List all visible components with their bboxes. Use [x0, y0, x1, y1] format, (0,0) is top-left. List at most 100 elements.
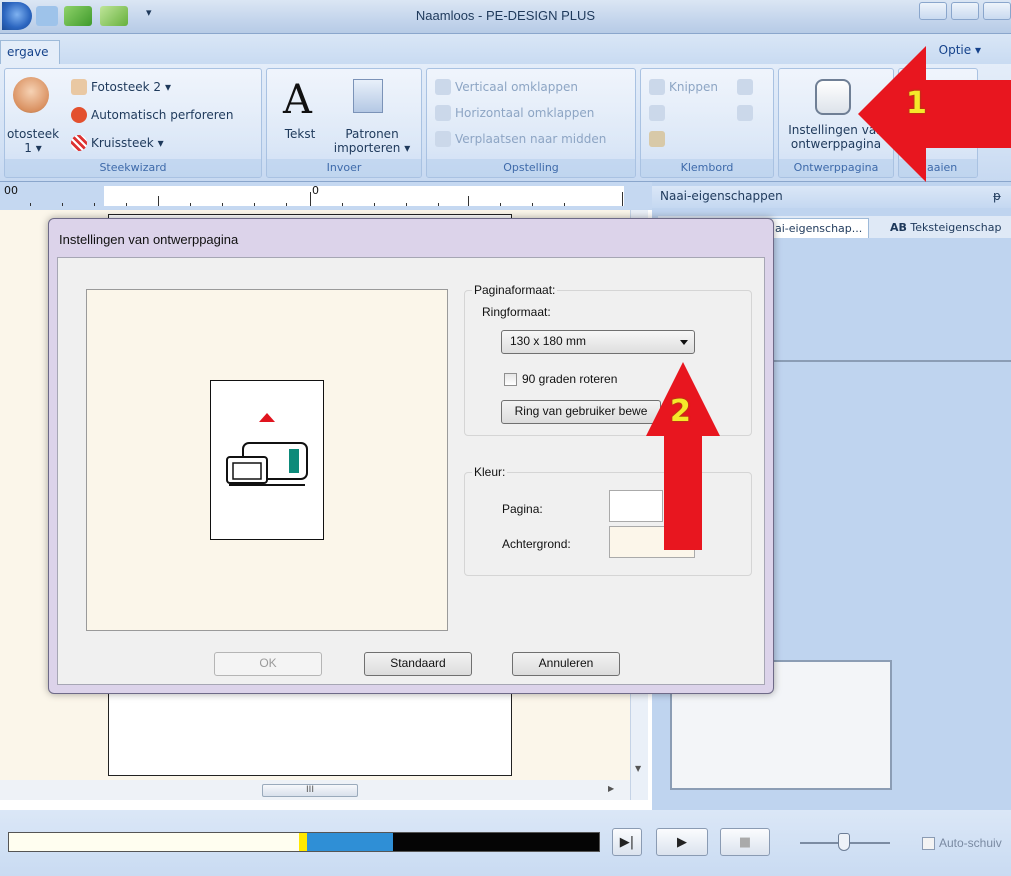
- speed-slider[interactable]: [800, 833, 890, 851]
- auto-punch-button[interactable]: Automatisch perforeren: [71, 107, 233, 123]
- group-label: Invoer: [267, 159, 421, 177]
- tab-text-properties[interactable]: AB Teksteigenschap: [884, 218, 1007, 238]
- auto-scroll-checkbox[interactable]: Auto-schuiv: [922, 836, 1002, 850]
- default-button[interactable]: Standaard: [364, 652, 472, 676]
- group-invoer: A Tekst Patronen importeren ▾ Invoer: [266, 68, 422, 178]
- move-to-center-label: Verplaatsen naar midden: [455, 132, 607, 146]
- text-ab-icon: AB: [890, 221, 907, 234]
- color-legend: Kleur:: [472, 465, 508, 479]
- progress-seg-yellow: [299, 833, 307, 851]
- horizontal-scroll-thumb[interactable]: III: [262, 784, 358, 797]
- flip-vertical-button[interactable]: Verticaal omklappen: [435, 79, 578, 95]
- paste-icon[interactable]: [649, 131, 665, 147]
- minimize-button[interactable]: [919, 2, 947, 20]
- delete-icon[interactable]: [737, 105, 753, 121]
- cross-stitch-label: Kruissteek: [91, 136, 154, 150]
- tab-text-properties-label: Teksteigenschap: [910, 221, 1002, 234]
- flip-horizontal-icon: [435, 105, 451, 121]
- ruler-tick: [254, 203, 255, 206]
- annotation-arrow-1: [858, 46, 1011, 182]
- ruler-tick: [438, 203, 439, 206]
- annotation-arrow-2: [646, 362, 720, 550]
- photo-stitch-label: otosteek: [6, 127, 60, 141]
- ruler-tick: [286, 203, 287, 206]
- maximize-button[interactable]: [951, 2, 979, 20]
- horizontal-ruler: 00 0: [0, 184, 640, 206]
- cross-stitch-icon: [71, 135, 87, 151]
- page-color-label: Pagina:: [502, 502, 543, 516]
- ruler-tick: [406, 203, 407, 206]
- scroll-down-icon[interactable]: ▼: [635, 764, 641, 773]
- annotation-label-1: 1: [906, 86, 927, 121]
- flip-vertical-icon: [435, 79, 451, 95]
- play-to-end-button[interactable]: ▶|: [612, 828, 642, 856]
- ruler-tick: [30, 203, 31, 206]
- text-button[interactable]: Tekst: [275, 127, 325, 141]
- window-controls: [911, 2, 1011, 22]
- move-to-center-button[interactable]: Verplaatsen naar midden: [435, 131, 606, 147]
- window-title: Naamloos - PE-DESIGN PLUS: [415, 8, 596, 23]
- apple-icon: [71, 107, 87, 123]
- panel-title: Naai-eigenschappen ᵽ: [652, 186, 1011, 208]
- ruler-tick: [532, 203, 533, 206]
- annotation-label-2: 2: [670, 394, 691, 429]
- chevron-down-icon: [680, 340, 688, 345]
- ruler-tick: [190, 203, 191, 206]
- group-opstelling: Verticaal omklappen Horizontaal omklappe…: [426, 68, 636, 178]
- cancel-button[interactable]: Annuleren: [512, 652, 620, 676]
- ruler-tick: [158, 196, 159, 206]
- hoop-icon: [815, 79, 851, 115]
- hoop-size-value: 130 x 180 mm: [510, 334, 587, 348]
- flip-horizontal-button[interactable]: Horizontaal omklappen: [435, 105, 594, 121]
- hoop-size-dropdown[interactable]: 130 x 180 mm: [501, 330, 695, 354]
- photo-stitch-button[interactable]: otosteek 1 ▾: [5, 127, 61, 155]
- scissors-icon: [649, 79, 665, 95]
- ruler-tick: [62, 203, 63, 206]
- title-bar: ▾ Naamloos - PE-DESIGN PLUS: [0, 0, 1011, 34]
- group-label: Steekwizard: [5, 159, 261, 177]
- group-steekwizard: otosteek 1 ▾ Fotosteek 2 ▾ Automatisch p…: [4, 68, 262, 178]
- ruler-tick: [468, 196, 469, 206]
- import-label-2: importeren: [333, 141, 401, 155]
- tab-weergave[interactable]: ergave: [0, 40, 60, 64]
- ruler-tick: [94, 203, 95, 206]
- fotosteek-2-label: Fotosteek 2: [91, 80, 161, 94]
- play-button[interactable]: ▶: [656, 828, 708, 856]
- rotate-90-checkbox[interactable]: [504, 373, 517, 386]
- auto-scroll-box[interactable]: [922, 836, 935, 850]
- photo-stitch-number: 1: [24, 141, 32, 155]
- import-label-1: Patronen: [345, 127, 399, 141]
- custom-hoop-button[interactable]: Ring van gebruiker bewe: [501, 400, 661, 424]
- progress-seg-blue: [307, 833, 393, 851]
- scroll-right-icon[interactable]: ▶: [608, 784, 614, 793]
- horizontal-scrollbar[interactable]: III ▶: [0, 780, 630, 800]
- tab-sewing-properties[interactable]: ai-eigenschap...: [768, 218, 870, 238]
- copy-icon[interactable]: [737, 79, 753, 95]
- auto-scroll-label: Auto-schuiv: [939, 836, 1002, 850]
- cut-button[interactable]: Knippen: [649, 79, 718, 95]
- fotosteek-2-button[interactable]: Fotosteek 2 ▾: [71, 79, 171, 95]
- rotate-90-label: 90 graden roteren: [522, 372, 618, 386]
- progress-seg-black: [393, 833, 599, 851]
- import-patterns-icon: [353, 79, 383, 113]
- page-size-legend: Paginaformaat:: [472, 283, 558, 297]
- ok-button[interactable]: OK: [214, 652, 322, 676]
- duplicate-icon[interactable]: [649, 105, 665, 121]
- stop-button[interactable]: ■: [720, 828, 770, 856]
- center-icon: [435, 131, 451, 147]
- ruler-tick: [342, 203, 343, 206]
- panel-title-text: Naai-eigenschappen: [660, 189, 783, 203]
- ruler-tick: [622, 192, 623, 206]
- hoop-size-label: Ringformaat:: [482, 305, 551, 319]
- ruler-tick: [564, 203, 565, 206]
- photo-stitch-icon: [13, 77, 49, 113]
- pin-icon[interactable]: ᵽ: [993, 189, 1001, 203]
- cross-stitch-button[interactable]: Kruissteek ▾: [71, 135, 164, 151]
- import-patterns-button[interactable]: Patronen importeren ▾: [329, 127, 415, 155]
- close-button[interactable]: [983, 2, 1011, 20]
- stitch-progress-bar[interactable]: [8, 832, 600, 852]
- text-icon: A: [283, 77, 312, 123]
- ruler-label-zero: 0: [312, 184, 319, 197]
- ruler-white-band: [104, 186, 624, 206]
- slider-knob[interactable]: [838, 833, 850, 851]
